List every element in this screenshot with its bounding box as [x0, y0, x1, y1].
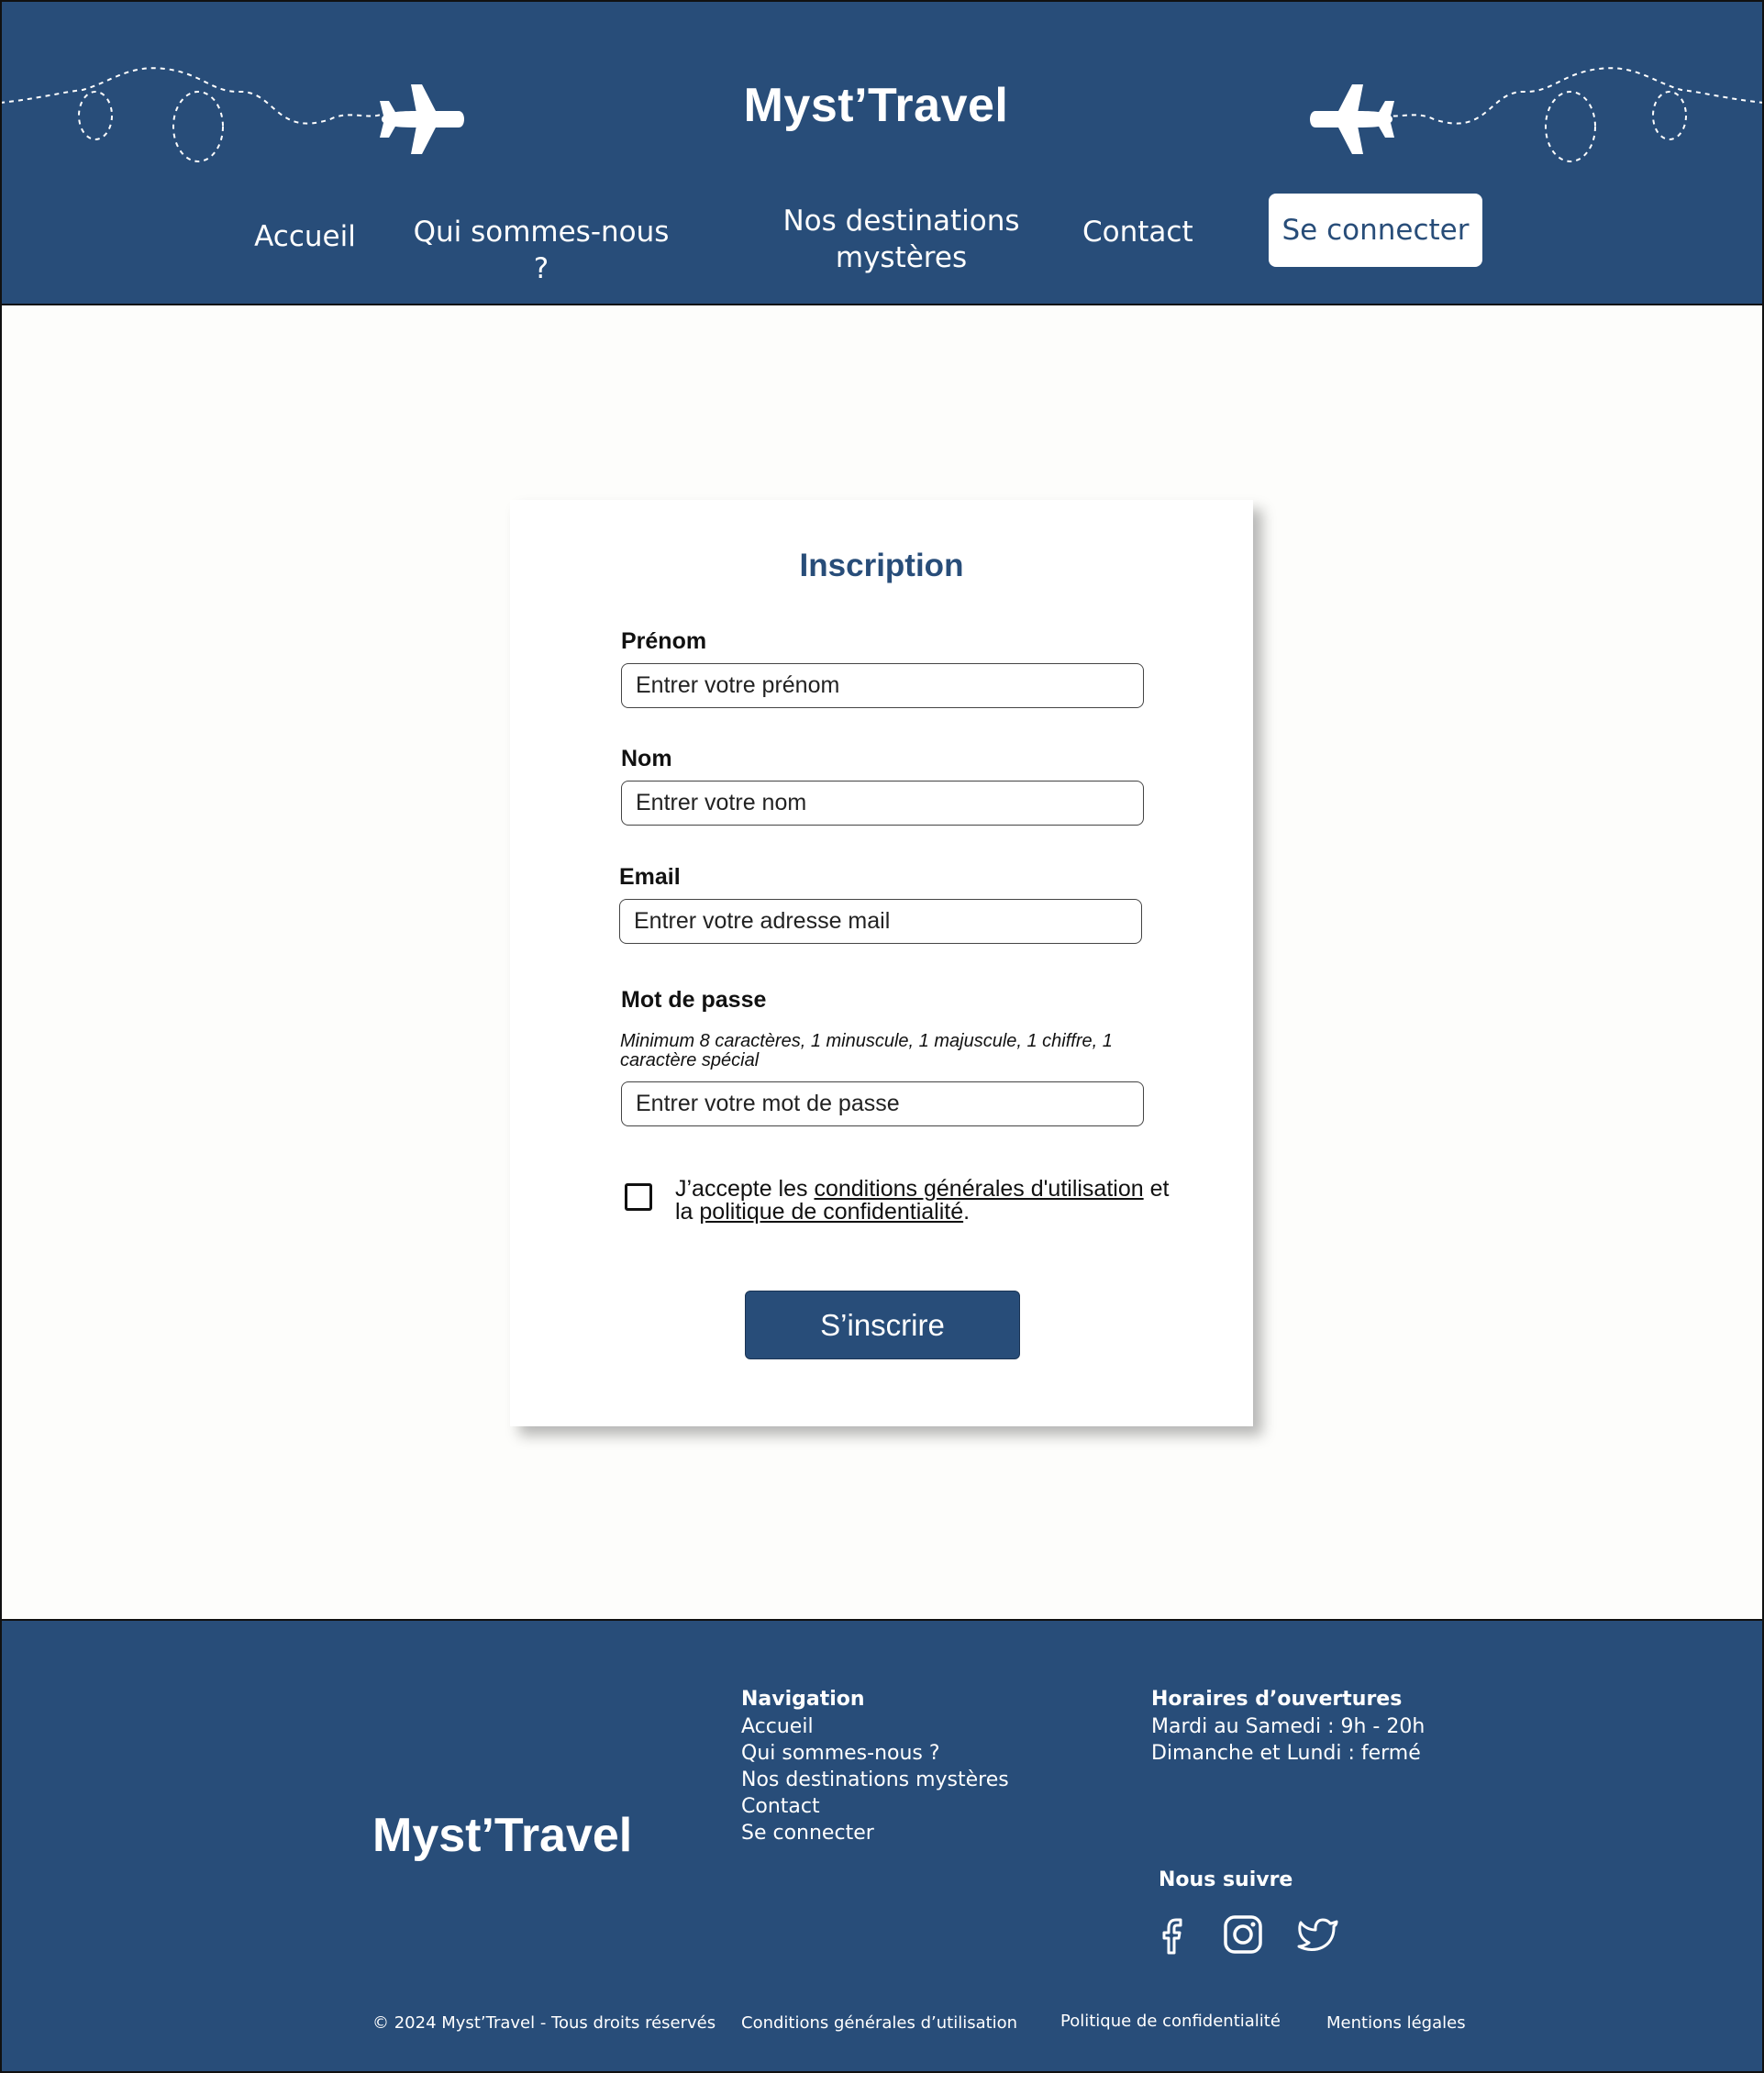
footer-nav-link[interactable]: Accueil	[741, 1713, 1009, 1740]
password-label: Mot de passe	[621, 987, 767, 1013]
nav-link-qui-sommes-nous[interactable]: Qui sommes-nous ?	[413, 214, 670, 287]
cgu-link[interactable]: conditions générales d'utilisation	[814, 1176, 1143, 1202]
nav-link-destinations-line2: mystères	[835, 241, 968, 274]
terms-checkbox[interactable]	[625, 1183, 652, 1211]
footer-hours-list: Mardi au Samedi : 9h - 20h Dimanche et L…	[1151, 1713, 1425, 1767]
login-button[interactable]: Se connecter	[1269, 194, 1482, 267]
email-label: Email	[619, 864, 681, 890]
terms-suffix: .	[963, 1199, 971, 1225]
firstname-label: Prénom	[621, 628, 707, 654]
nav-link-destinations[interactable]: Nos destinations mystères	[780, 203, 1023, 276]
facebook-icon[interactable]	[1150, 1912, 1194, 1957]
password-hint: Minimum 8 caractères, 1 minuscule, 1 maj…	[620, 1031, 1113, 1070]
copyright-text: © 2024 Myst’Travel - Tous droits réservé…	[372, 2013, 716, 2033]
signup-button[interactable]: S’inscrire	[745, 1291, 1020, 1359]
terms-text: J’accepte les conditions générales d'uti…	[675, 1178, 1189, 1224]
footer-nav-link[interactable]: Nos destinations mystères	[741, 1767, 1009, 1793]
site-header: Myst’Travel Accueil Qui sommes-nous ? No…	[0, 0, 1764, 305]
nav-link-accueil[interactable]: Accueil	[252, 218, 358, 255]
nav-link-destinations-line1: Nos destinations	[782, 205, 1020, 238]
email-input[interactable]	[619, 899, 1142, 944]
footer-nav-link[interactable]: Contact	[741, 1793, 1009, 1820]
footer-cgu-link[interactable]: Conditions générales d’utilisation	[741, 2013, 1017, 2033]
nav-link-contact[interactable]: Contact	[1082, 214, 1193, 250]
lastname-input[interactable]	[621, 781, 1144, 826]
site-logo[interactable]: Myst’Travel	[0, 78, 1752, 133]
privacy-link[interactable]: politique de confidentialité	[699, 1199, 963, 1225]
footer-hours-heading: Horaires d’ouvertures	[1151, 1688, 1403, 1711]
signup-card: Inscription Prénom Nom Email Mot de pass…	[510, 500, 1253, 1426]
footer-hours-line: Dimanche et Lundi : fermé	[1151, 1742, 1421, 1765]
footer-legal-link[interactable]: Mentions légales	[1326, 2013, 1466, 2033]
footer-privacy-link[interactable]: Politique de confidentialité	[1060, 2012, 1281, 2031]
lastname-label: Nom	[621, 746, 672, 771]
instagram-icon[interactable]	[1221, 1912, 1265, 1957]
site-footer: Myst’Travel Navigation Accueil Qui somme…	[0, 1619, 1764, 2073]
footer-hours-line: Mardi au Samedi : 9h - 20h	[1151, 1715, 1426, 1738]
terms-prefix: J’accepte les	[675, 1176, 815, 1202]
footer-navigation-heading: Navigation	[741, 1688, 865, 1711]
footer-nav-link[interactable]: Qui sommes-nous ?	[741, 1740, 1009, 1767]
twitter-icon[interactable]	[1296, 1912, 1340, 1957]
footer-logo[interactable]: Myst’Travel	[372, 1808, 632, 1863]
form-title: Inscription	[799, 548, 964, 583]
footer-navigation-list: Accueil Qui sommes-nous ? Nos destinatio…	[741, 1713, 1009, 1846]
password-input[interactable]	[621, 1081, 1144, 1126]
firstname-input[interactable]	[621, 663, 1144, 708]
footer-follow-heading: Nous suivre	[1159, 1868, 1293, 1891]
footer-nav-link[interactable]: Se connecter	[741, 1820, 1009, 1846]
